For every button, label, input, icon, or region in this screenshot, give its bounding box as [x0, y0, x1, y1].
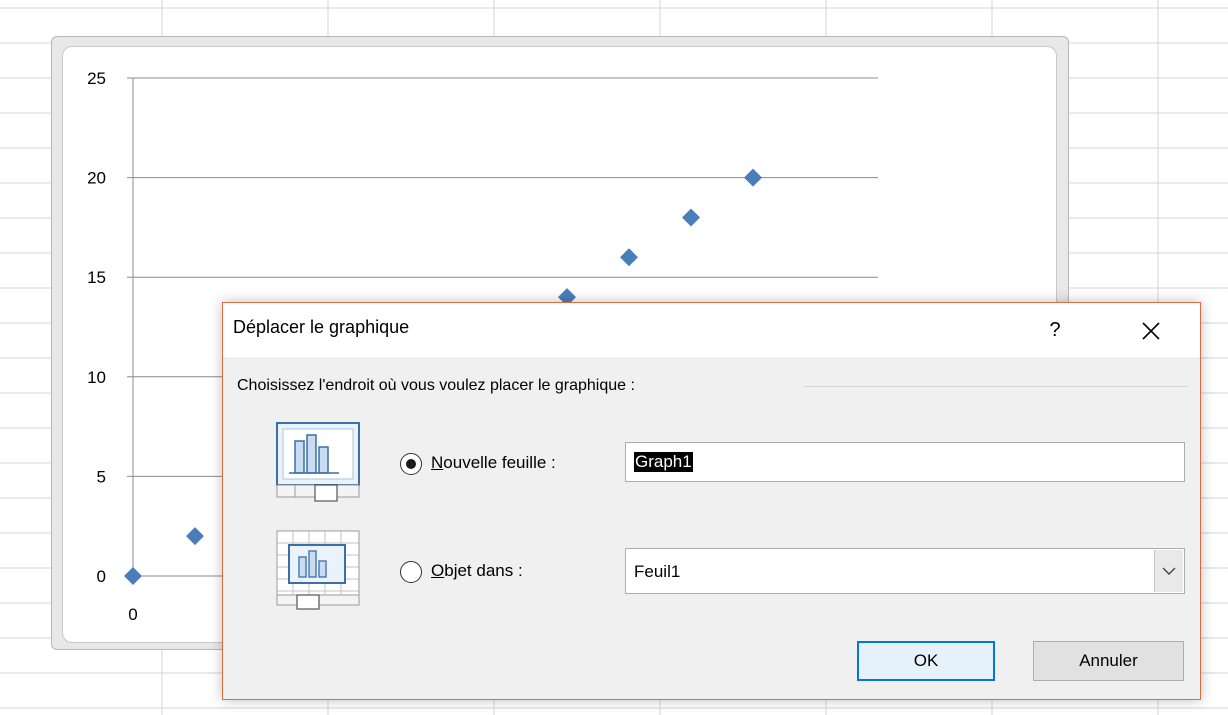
- data-point: [620, 248, 638, 267]
- new-sheet-chart-icon: [276, 422, 360, 502]
- close-button[interactable]: [1128, 311, 1174, 349]
- dialog-prompt: Choisissez l'endroit où vous voulez plac…: [237, 377, 635, 394]
- help-button[interactable]: ?: [1035, 311, 1075, 349]
- y-axis-tick-labels: 25 20 15 10 5 0: [87, 69, 106, 586]
- object-in-radio[interactable]: [400, 561, 422, 583]
- embedded-chart-icon: [276, 530, 360, 610]
- x-axis-tick-labels: 0: [128, 605, 137, 624]
- new-sheet-name-value: Graph1: [634, 452, 693, 472]
- move-chart-dialog: Déplacer le graphique ? Choisissez l'end…: [222, 302, 1201, 700]
- chevron-down-icon: [1162, 567, 1176, 575]
- close-icon: [1142, 322, 1160, 340]
- data-point: [682, 208, 700, 227]
- divider: [803, 386, 1188, 387]
- cancel-button[interactable]: Annuler: [1033, 641, 1184, 681]
- y-tick-label: 25: [87, 69, 106, 88]
- y-tick-label: 20: [87, 169, 106, 188]
- new-sheet-radio[interactable]: [400, 453, 422, 475]
- data-point: [744, 168, 762, 187]
- dialog-titlebar[interactable]: Déplacer le graphique ?: [223, 303, 1200, 357]
- object-in-label[interactable]: Objet dans :: [431, 561, 523, 581]
- dropdown-arrow[interactable]: [1154, 550, 1183, 592]
- new-sheet-name-input[interactable]: Graph1: [625, 442, 1185, 482]
- sheet-select-value: Feuil1: [634, 562, 681, 581]
- new-sheet-label[interactable]: Nouvelle feuille :: [431, 453, 556, 473]
- data-point: [124, 567, 142, 585]
- dialog-title: Déplacer le graphique: [233, 317, 410, 337]
- y-tick-label: 15: [87, 268, 106, 287]
- x-tick-label: 0: [128, 605, 137, 624]
- y-tick-label: 0: [97, 567, 106, 586]
- ok-button[interactable]: OK: [857, 641, 995, 681]
- y-tick-label: 5: [97, 467, 106, 486]
- y-tick-label: 10: [87, 368, 106, 387]
- data-point: [186, 527, 204, 546]
- sheet-select[interactable]: Feuil1: [625, 548, 1185, 594]
